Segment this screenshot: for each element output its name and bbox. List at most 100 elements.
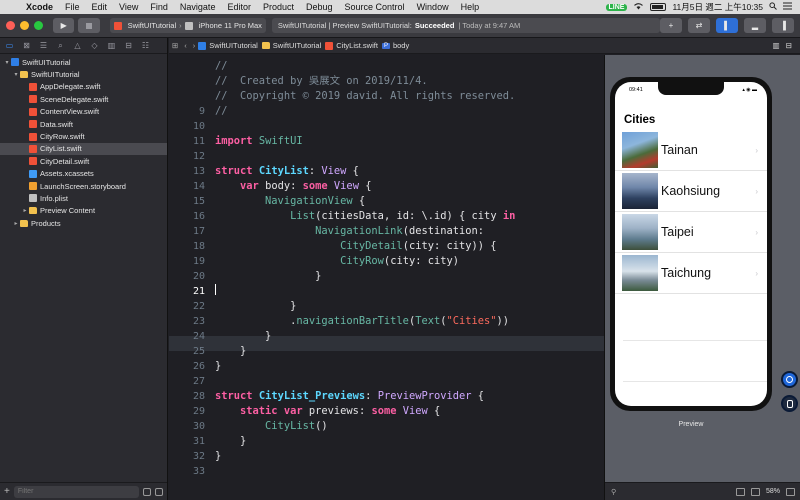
disclosure-triangle-icon[interactable]: ▾	[12, 71, 20, 78]
source-control-navigator-tab-icon[interactable]: ⊠	[22, 41, 31, 50]
navigator-item[interactable]: AppDelegate.swift	[0, 81, 167, 93]
menu-edit[interactable]: Edit	[86, 2, 114, 12]
menu-clock[interactable]: 11月5日 週二 上午10:35	[672, 1, 763, 13]
line-number[interactable]: 25	[169, 344, 205, 359]
menu-xcode[interactable]: Xcode	[20, 2, 59, 12]
code-line[interactable]: }	[215, 359, 221, 374]
code-line[interactable]: }	[215, 299, 296, 314]
line-number[interactable]: 20	[169, 269, 205, 284]
code-line[interactable]: // Copyright © 2019 david. All rights re…	[215, 89, 515, 104]
breadcrumb-file[interactable]: CityList.swift	[325, 41, 378, 50]
source-editor[interactable]: 9 10 11 12 13 14 15 16 17 18 19 20 21 22 23 24 25 26 27 28 2…	[169, 55, 604, 500]
city-row-kaohsiung[interactable]: Kaohsiung ›	[615, 171, 767, 212]
line-number[interactable]: 9	[169, 104, 205, 119]
add-file-icon[interactable]: +	[4, 486, 10, 497]
notification-center-icon[interactable]	[783, 2, 792, 12]
line-app-icon[interactable]: LINE	[605, 3, 628, 11]
code-line[interactable]: //	[215, 104, 228, 119]
navigator-item[interactable]: Assets.xcassets	[0, 168, 167, 180]
line-number[interactable]: 19	[169, 254, 205, 269]
navigator-item[interactable]: Data.swift	[0, 118, 167, 130]
code-line[interactable]: struct CityList_Previews: PreviewProvide…	[215, 389, 484, 404]
navigator-item[interactable]: CityDetail.swift	[0, 155, 167, 167]
filter-input[interactable]	[13, 485, 139, 498]
navigator-item[interactable]: CityRow.swift	[0, 130, 167, 142]
line-number[interactable]: 28	[169, 389, 205, 404]
debug-navigator-tab-icon[interactable]: ▥	[107, 41, 116, 50]
code-line[interactable]: }	[215, 449, 221, 464]
navigator-item[interactable]: ▾ SwiftUITutorial	[0, 68, 167, 80]
menu-source-control[interactable]: Source Control	[339, 2, 411, 12]
find-navigator-tab-icon[interactable]: ⌕	[56, 41, 65, 51]
symbol-navigator-tab-icon[interactable]: ☰	[39, 41, 48, 50]
forward-arrow-icon[interactable]: ›	[190, 41, 199, 50]
navigator-item[interactable]: SceneDelegate.swift	[0, 93, 167, 105]
menu-view[interactable]: View	[113, 2, 144, 12]
disclosure-triangle-icon[interactable]: ▾	[3, 59, 11, 66]
stop-button[interactable]	[78, 18, 100, 33]
menu-window[interactable]: Window	[411, 2, 455, 12]
menu-find[interactable]: Find	[144, 2, 174, 12]
breadcrumb-folder[interactable]: SwiftUITutorial	[261, 41, 321, 50]
code-line[interactable]: NavigationView {	[215, 194, 365, 209]
zoom-out-button[interactable]	[735, 487, 745, 496]
navigator-item[interactable]: CityList.swift	[0, 142, 167, 156]
navigator-item[interactable]: ▸ Preview Content	[0, 205, 167, 217]
wifi-icon[interactable]	[633, 2, 644, 12]
line-number[interactable]: 29	[169, 404, 205, 419]
line-number[interactable]: 16	[169, 209, 205, 224]
line-number[interactable]: 10	[169, 119, 205, 134]
code-line[interactable]: }	[215, 329, 271, 344]
breakpoint-navigator-tab-icon[interactable]: ⊟	[124, 41, 133, 50]
menu-help[interactable]: Help	[455, 2, 486, 12]
code-line[interactable]: List(citiesData, id: \.id) { city in	[215, 209, 515, 224]
code-line[interactable]: import SwiftUI	[215, 134, 303, 149]
scheme-selector[interactable]: SwiftUITutorial › iPhone 11 Pro Max	[109, 18, 266, 33]
navigator-item[interactable]: ▾ SwiftUITutorial	[0, 56, 167, 68]
related-items-icon[interactable]: ⊞	[169, 41, 181, 50]
line-number[interactable]: 26	[169, 359, 205, 374]
navigator-item[interactable]: Info.plist	[0, 192, 167, 204]
line-number[interactable]: 22	[169, 299, 205, 314]
editor-options-icon[interactable]: ▥	[773, 41, 780, 50]
code-line[interactable]: NavigationLink(destination:	[215, 224, 484, 239]
line-number[interactable]: 18	[169, 239, 205, 254]
city-row-taipei[interactable]: Taipei ›	[615, 212, 767, 253]
line-number[interactable]: 33	[169, 464, 205, 479]
close-window-button[interactable]	[6, 21, 15, 30]
line-number[interactable]: 11	[169, 134, 205, 149]
zoom-window-button[interactable]	[34, 21, 43, 30]
code-line[interactable]: CityList()	[215, 419, 328, 434]
code-line[interactable]: //	[215, 59, 228, 74]
line-number[interactable]: 32	[169, 449, 205, 464]
code-line[interactable]: }	[215, 344, 246, 359]
line-number[interactable]: 30	[169, 419, 205, 434]
menu-debug[interactable]: Debug	[300, 2, 339, 12]
city-row-tainan[interactable]: Tainan ›	[615, 130, 767, 171]
scm-filter-icon[interactable]	[155, 487, 163, 496]
line-number[interactable]: 12	[169, 149, 205, 164]
line-number[interactable]: 31	[169, 434, 205, 449]
code-line[interactable]: static var previews: some View {	[215, 404, 440, 419]
navigator-item[interactable]: ▸ Products	[0, 217, 167, 229]
code-line[interactable]	[215, 284, 216, 299]
code-review-button[interactable]: ⇄	[688, 18, 710, 33]
search-icon[interactable]	[769, 2, 777, 12]
line-number[interactable]: 14	[169, 179, 205, 194]
zoom-actual-button[interactable]	[750, 487, 760, 496]
code-line[interactable]: var body: some View {	[215, 179, 371, 194]
recent-files-filter-icon[interactable]	[143, 487, 151, 496]
split-editor-icon[interactable]: ⊟	[786, 41, 792, 50]
line-number[interactable]: 17	[169, 224, 205, 239]
test-navigator-tab-icon[interactable]: ◇	[90, 41, 99, 50]
minimize-window-button[interactable]	[20, 21, 29, 30]
project-navigator-tab-icon[interactable]: ▭	[5, 41, 14, 50]
code-line[interactable]: .navigationBarTitle(Text("Cities"))	[215, 314, 509, 329]
breadcrumb-project[interactable]: SwiftUITutorial	[198, 41, 258, 50]
live-preview-button[interactable]	[781, 371, 798, 388]
toggle-inspectors-button[interactable]: ▐	[772, 18, 794, 33]
library-button[interactable]: +	[660, 18, 682, 33]
code-line[interactable]: CityRow(city: city)	[215, 254, 459, 269]
toggle-navigator-button[interactable]: ▌	[716, 18, 738, 33]
line-number[interactable]: 15	[169, 194, 205, 209]
